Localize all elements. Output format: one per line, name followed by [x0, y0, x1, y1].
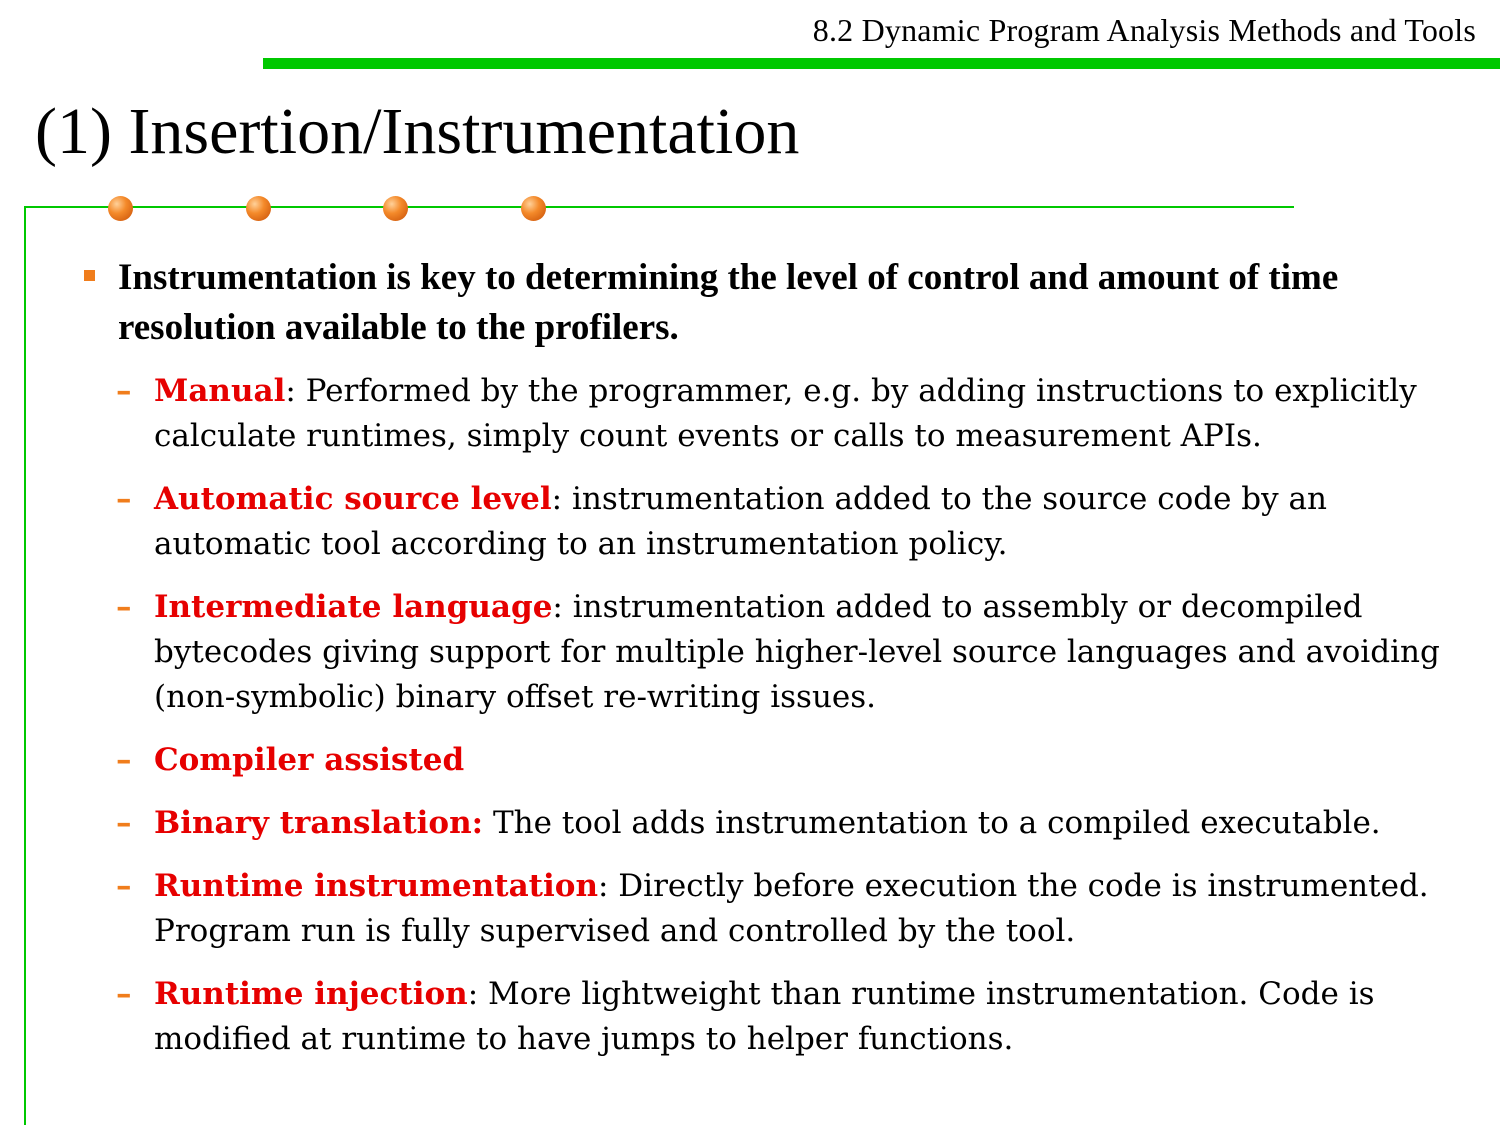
frame-top-line	[24, 206, 1294, 208]
decorative-dot-icon	[521, 196, 546, 221]
decorative-dot-icon	[383, 196, 408, 221]
dash-bullet-icon: –	[116, 805, 132, 841]
item-term: Binary translation:	[154, 805, 484, 841]
main-bullet-text: Instrumentation is key to determining th…	[118, 257, 1339, 348]
list-item-intermediate-language: – Intermediate language: instrumentation …	[0, 585, 1500, 720]
item-term: Compiler assisted	[154, 742, 465, 778]
dash-bullet-icon: –	[116, 976, 132, 1012]
decorative-dot-icon	[108, 196, 133, 221]
list-item-compiler-assisted: – Compiler assisted	[0, 738, 1500, 783]
item-text: The tool adds instrumentation to a compi…	[483, 805, 1381, 841]
item-term: Automatic source level	[154, 481, 552, 517]
list-item-runtime-injection: – Runtime injection: More lightweight tha…	[0, 972, 1500, 1062]
dash-bullet-icon: –	[116, 589, 132, 625]
decorative-dot-icon	[246, 196, 271, 221]
list-item-binary-translation: – Binary translation: The tool adds instr…	[0, 801, 1500, 846]
item-term: Manual	[154, 373, 286, 409]
item-text: : Performed by the programmer, e.g. by a…	[154, 373, 1417, 454]
dash-bullet-icon: –	[116, 742, 132, 778]
slide-content: Instrumentation is key to determining th…	[0, 253, 1500, 1080]
list-item-runtime-instrumentation: – Runtime instrumentation: Directly befor…	[0, 864, 1500, 954]
section-header: 8.2 Dynamic Program Analysis Methods and…	[812, 12, 1476, 48]
dash-bullet-icon: –	[116, 373, 132, 409]
header-rule	[263, 58, 1500, 69]
square-bullet-icon	[84, 270, 95, 281]
list-item-manual: – Manual: Performed by the programmer, e.…	[0, 369, 1500, 459]
dash-bullet-icon: –	[116, 868, 132, 904]
main-bullet: Instrumentation is key to determining th…	[0, 253, 1500, 353]
slide-title: (1) Insertion/Instrumentation	[35, 95, 800, 168]
list-item-automatic-source-level: – Automatic source level: instrumentation…	[0, 477, 1500, 567]
dash-bullet-icon: –	[116, 481, 132, 517]
item-term: Runtime injection	[154, 976, 468, 1012]
item-term: Intermediate language	[154, 589, 553, 625]
item-term: Runtime instrumentation	[154, 868, 598, 904]
